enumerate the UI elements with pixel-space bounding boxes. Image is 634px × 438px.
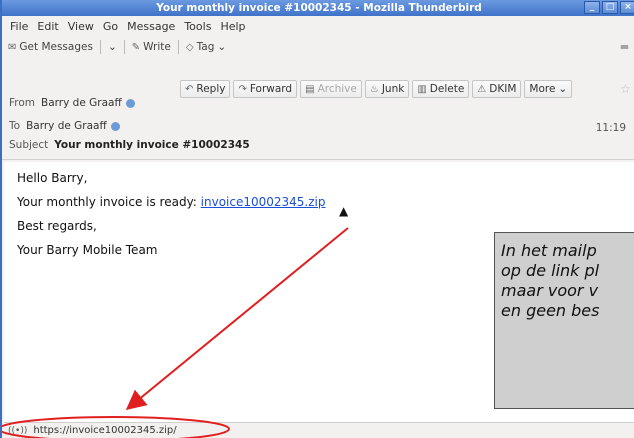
mouse-cursor-icon: ▲ (339, 204, 349, 218)
to-value[interactable]: Barry de Graaff (26, 120, 107, 132)
pencil-icon: ✎ (131, 41, 141, 53)
invoice-paragraph: Your monthly invoice is ready: invoice10… (17, 195, 623, 209)
close-button[interactable]: × (620, 1, 634, 14)
forward-icon: ↷ (238, 83, 247, 95)
tag-button[interactable]: ◇ Tag ⌄ (186, 41, 226, 53)
message-header: ↶ Reply ↷ Forward ▤ Archive ♨ Junk ▥ Delete ⚠… (2, 58, 634, 160)
window-title: Your monthly invoice #10002345 - Mozilla… (156, 2, 482, 14)
subject-row: Subject Your monthly invoice #10002345 (9, 139, 250, 151)
delete-button[interactable]: ▥ Delete (412, 80, 470, 98)
dkim-button[interactable]: ⚠ DKIM (472, 80, 522, 98)
junk-button[interactable]: ♨ Junk (364, 80, 410, 98)
message-actions: ↶ Reply ↷ Forward ▤ Archive ♨ Junk ▥ Delete ⚠… (180, 80, 575, 98)
menu-help[interactable]: Help (220, 20, 245, 33)
chevron-down-icon: ⌄ (107, 41, 117, 53)
more-button[interactable]: More ⌄ (524, 80, 573, 98)
maximize-button[interactable]: □ (602, 1, 618, 14)
tag-icon: ◇ (185, 41, 194, 53)
subject-value: Your monthly invoice #10002345 (54, 139, 250, 151)
forward-button[interactable]: ↷ Forward (233, 80, 298, 98)
status-bar: ((•)) https://invoice10002345.zip/ (4, 422, 634, 438)
window-controls: _ □ × (582, 1, 634, 14)
menu-tools[interactable]: Tools (184, 20, 211, 33)
app-menu-icon[interactable]: ═ (621, 40, 628, 54)
menu-bar: File Edit View Go Message Tools Help (2, 17, 634, 36)
from-label: From (9, 97, 36, 109)
connection-icon: ((•)) (8, 425, 28, 436)
note-line: en geen bes (501, 301, 600, 320)
junk-label: Junk (381, 83, 405, 95)
subject-label: Subject (9, 139, 49, 151)
thunderbird-window: Your monthly invoice #10002345 - Mozilla… (0, 0, 634, 438)
to-label: To (9, 120, 21, 132)
menu-edit[interactable]: Edit (37, 20, 58, 33)
more-label: More (529, 83, 556, 95)
invoice-link[interactable]: invoice10002345.zip (201, 195, 326, 209)
title-bar: Your monthly invoice #10002345 - Mozilla… (2, 0, 634, 16)
write-label: Write (143, 41, 171, 53)
archive-button[interactable]: ▤ Archive (300, 80, 362, 98)
menu-file[interactable]: File (10, 20, 28, 33)
from-value[interactable]: Barry de Graaff (41, 97, 122, 109)
contact-icon[interactable] (125, 98, 135, 108)
greeting-text: Hello Barry, (17, 171, 88, 185)
dkim-icon: ⚠ (477, 83, 487, 95)
note-line: maar voor v (501, 281, 599, 300)
get-messages-dropdown[interactable]: ⌄ (108, 41, 117, 53)
regards-text: Best regards, (17, 219, 97, 233)
archive-label: Archive (317, 83, 357, 95)
status-url: https://invoice10002345.zip/ (33, 425, 177, 436)
flame-icon: ♨ (369, 83, 379, 95)
annotation-note: In het mailp op de link pl maar voor v e… (494, 232, 634, 409)
tag-label: Tag (196, 41, 215, 53)
to-row: To Barry de Graaff (9, 120, 120, 132)
minimize-button[interactable]: _ (584, 1, 600, 14)
reply-button[interactable]: ↶ Reply (180, 80, 231, 98)
toolbar-divider (123, 40, 125, 54)
get-messages-label: Get Messages (19, 41, 93, 53)
forward-label: Forward (249, 83, 293, 95)
note-line: op de link pl (501, 261, 600, 280)
chevron-down-icon: ⌄ (217, 41, 227, 53)
message-time: 11:19 (595, 122, 626, 134)
dkim-label: DKIM (489, 83, 517, 95)
note-line: In het mailp (501, 241, 597, 260)
toolbar-divider (99, 40, 101, 54)
from-row: From Barry de Graaff (9, 97, 135, 109)
menu-view[interactable]: View (68, 20, 94, 33)
toolbar-divider (177, 40, 179, 54)
main-toolbar: ✉ Get Messages ⌄ ✎ Write ◇ Tag ⌄ (2, 36, 634, 58)
archive-icon: ▤ (305, 83, 315, 95)
get-messages-button[interactable]: ✉ Get Messages (8, 41, 93, 53)
trash-icon: ▥ (417, 83, 427, 95)
write-button[interactable]: ✎ Write (132, 41, 171, 53)
contact-icon[interactable] (110, 121, 120, 131)
menu-go[interactable]: Go (103, 20, 118, 33)
inbox-icon: ✉ (8, 41, 17, 53)
chevron-down-icon: ⌄ (558, 83, 568, 95)
menu-message[interactable]: Message (127, 20, 175, 33)
star-icon[interactable]: ☆ (620, 82, 631, 96)
reply-label: Reply (196, 83, 226, 95)
delete-label: Delete (429, 83, 465, 95)
invoice-text: Your monthly invoice is ready: (17, 195, 201, 209)
reply-icon: ↶ (185, 83, 194, 95)
